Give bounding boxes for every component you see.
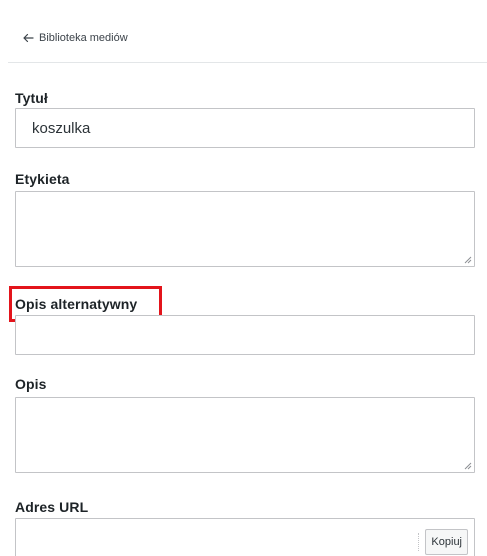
back-to-media-library-link[interactable]: Biblioteka mediów (22, 32, 128, 44)
back-link-label: Biblioteka mediów (39, 32, 128, 44)
alt-text-input[interactable] (15, 315, 475, 355)
copy-url-button[interactable]: Kopiuj (425, 529, 468, 555)
caption-label: Etykieta (15, 171, 70, 187)
title-input[interactable] (15, 108, 475, 148)
description-label: Opis (15, 376, 47, 392)
attachment-details-panel: Biblioteka mediów Tytuł Etykieta Opis al… (0, 0, 487, 556)
copy-separator (418, 533, 419, 551)
caption-textarea[interactable] (15, 191, 475, 267)
header-divider (8, 62, 487, 63)
url-input[interactable]: Kopiuj (15, 518, 475, 556)
url-label: Adres URL (15, 499, 89, 515)
resize-handle-icon[interactable] (463, 461, 472, 470)
resize-handle-icon[interactable] (463, 255, 472, 264)
title-label: Tytuł (15, 90, 48, 106)
description-textarea[interactable] (15, 397, 475, 473)
arrow-left-icon (23, 33, 34, 43)
